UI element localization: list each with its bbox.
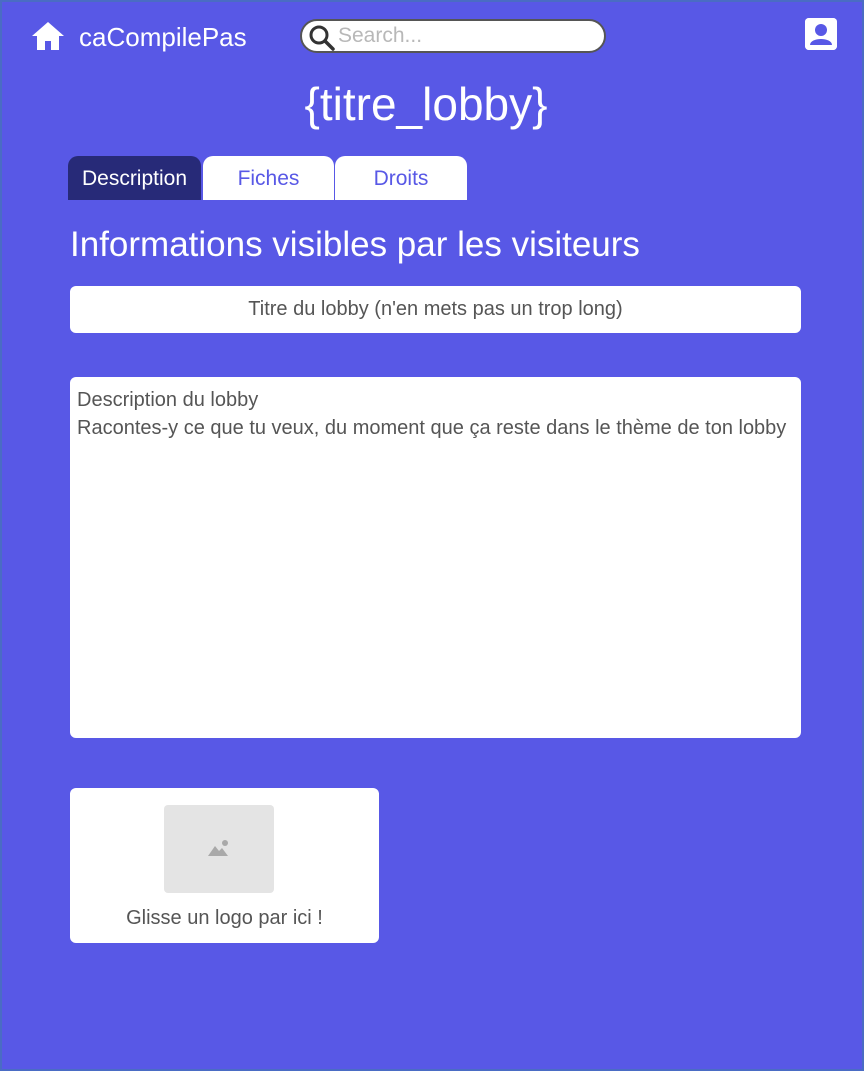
user-account-icon	[805, 18, 837, 50]
page-title: {titre_lobby}	[304, 78, 548, 130]
home-button[interactable]	[30, 20, 66, 52]
tab-fiches[interactable]: Fiches	[203, 156, 334, 200]
lobby-description-input[interactable]	[70, 377, 801, 738]
home-icon	[32, 22, 64, 50]
lobby-title-input[interactable]	[70, 286, 801, 333]
dropzone-label: Glisse un logo par ici !	[126, 907, 323, 929]
logo-dropzone[interactable]: Glisse un logo par ici !	[70, 788, 379, 943]
image-placeholder-icon	[208, 840, 228, 856]
tab-description[interactable]: Description	[68, 156, 201, 200]
search-input[interactable]	[338, 23, 593, 49]
search-icon	[309, 25, 335, 51]
app-frame: caCompilePas {titre_lobby} Description F…	[0, 0, 864, 1071]
top-bar: caCompilePas	[2, 2, 864, 72]
logo-preview	[164, 805, 274, 893]
section-heading: Informations visibles par les visiteurs	[70, 225, 640, 264]
account-button[interactable]	[805, 18, 837, 50]
search-bar[interactable]	[300, 19, 606, 53]
brand-name[interactable]: caCompilePas	[79, 21, 247, 53]
tab-droits[interactable]: Droits	[335, 156, 467, 200]
